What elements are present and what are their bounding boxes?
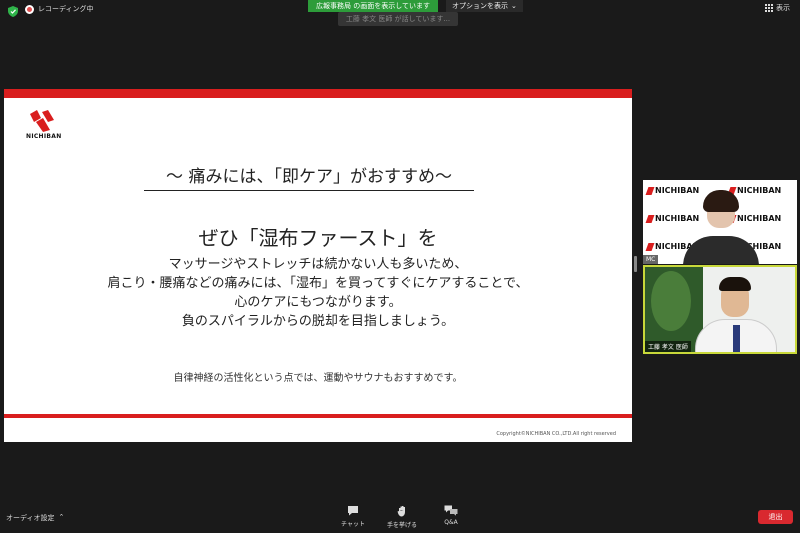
audio-settings-button[interactable]: オーディオ設定 ⌃ <box>6 513 64 523</box>
body-line: 肩こり・腰痛などの痛みには、「湿布」を買ってすぐにケアすることで、 <box>107 276 529 291</box>
slide-subhead: ぜひ「湿布ファースト」を <box>198 226 438 250</box>
audio-settings-label: オーディオ設定 <box>6 514 55 522</box>
slide-body: マッサージやストレッチは続かない人も多いため、 肩こり・腰痛などの痛みには、「湿… <box>4 255 632 331</box>
brand-text: NICHIBAN <box>655 186 700 195</box>
chevron-down-icon: ⌄ <box>511 2 517 10</box>
view-button[interactable]: 表示 <box>765 3 790 13</box>
active-speaker-indicator: 工藤 孝文 医師 が話しています... <box>338 12 458 26</box>
slide-note: 自律神経の活性化という点では、運動やサウナもおすすめです。 <box>173 373 463 384</box>
panel-resize-handle[interactable] <box>634 256 637 272</box>
zoom-webinar-window: レコーディング中 広報事務局 の画面を表示しています オプションを表示 ⌄ 工藤… <box>0 0 800 533</box>
chat-icon <box>348 506 358 516</box>
qa-icon <box>444 505 458 516</box>
brand-text: NICHIBAN <box>737 186 782 195</box>
qa-button[interactable]: Q&A <box>431 505 471 526</box>
qa-label: Q&A <box>444 519 458 526</box>
view-label: 表示 <box>776 4 790 12</box>
participant-hair <box>719 277 751 291</box>
slide-copyright: Copyright©NICHIBAN CO.,LTD.All right res… <box>496 431 616 437</box>
slide-headline: ～ 痛みには、「即ケア」がおすすめ～ <box>144 162 474 191</box>
view-options-button[interactable]: オプションを表示 ⌄ <box>446 0 523 12</box>
chat-label: チャット <box>341 521 365 528</box>
body-line: 心のケアにもつながります。 <box>234 295 402 310</box>
record-icon <box>25 4 34 14</box>
brand-text: NICHIBAN <box>737 214 782 223</box>
shared-screen-slide: NICHIBAN ～ 痛みには、「即ケア」がおすすめ～ ぜひ「湿布ファースト」を… <box>4 89 632 442</box>
brand-text: NICHIBAN <box>655 214 700 223</box>
video-tile-mc[interactable]: NICHIBAN NICHIBAN NICHIBAN NICHIBAN NICH… <box>643 180 797 264</box>
participant-tie <box>733 325 740 352</box>
nichiban-logo: NICHIBAN <box>26 110 62 140</box>
raise-hand-button[interactable]: 手を挙げる <box>382 505 422 529</box>
chat-button[interactable]: チャット <box>333 505 373 528</box>
view-options-label: オプションを表示 <box>452 2 508 10</box>
recording-indicator[interactable]: レコーディング中 <box>25 4 94 14</box>
nichiban-mark-icon <box>30 110 54 132</box>
body-line: マッサージやストレッチは続かない人も多いため、 <box>168 257 468 272</box>
raise-hand-icon <box>397 506 405 517</box>
video-tile-doctor[interactable]: 工藤 孝文 医師 <box>643 265 797 354</box>
raise-hand-label: 手を挙げる <box>386 522 417 529</box>
grid-icon <box>765 4 773 12</box>
slide-top-bar <box>4 89 632 98</box>
slide-bottom-bar <box>4 414 632 418</box>
participant-name-label: 工藤 孝文 医師 <box>645 341 691 352</box>
body-line: 負のスパイラルからの脱却を目指しましょう。 <box>181 314 455 329</box>
plant-background <box>645 267 703 352</box>
chevron-up-icon: ⌃ <box>58 513 65 521</box>
participant-hair <box>703 190 739 212</box>
shield-icon[interactable] <box>8 6 18 17</box>
logo-text: NICHIBAN <box>26 133 62 140</box>
share-banner: 広報事務局 の画面を表示しています <box>308 0 439 12</box>
leave-button[interactable]: 退出 <box>758 510 793 524</box>
participant-name-label: MC <box>643 255 659 264</box>
recording-label: レコーディング中 <box>38 5 94 13</box>
